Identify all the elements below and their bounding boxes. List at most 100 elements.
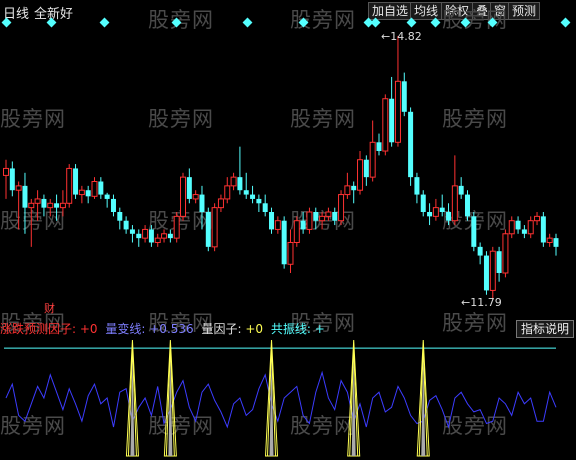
candle-body-down [458,185,464,195]
candle-body-down [313,212,319,221]
low-price-label: ←11.79 [461,296,502,309]
candle-body-down [483,255,489,291]
candle-body-down [85,190,91,197]
candle-body-up [489,250,496,291]
candle-body-up [306,211,313,230]
candle-body-down [363,159,369,178]
candle-body-down [250,194,256,199]
candle-body-down [521,229,527,234]
volume-factor-label: 量因子: [201,322,246,336]
candle-body-up [293,220,300,243]
volume-change-label: 量变线: [105,322,150,336]
candle-body-up [142,228,149,239]
candle-body-up [173,215,180,239]
candle-body-up [546,237,553,243]
candle-body-up [338,194,345,222]
candle-body-down [256,198,262,204]
resonance-value: + [314,322,325,336]
candle-body-up [47,202,54,209]
candle-body-down [237,177,243,191]
candle-body-down [464,194,470,217]
candle-body-up [91,181,98,197]
candle-body-down [136,233,142,239]
candle-body-up [382,98,389,152]
candle-body-up [15,185,22,191]
candle-body-up [230,176,237,187]
candle-body-down [123,220,129,230]
candle-body-up [217,198,224,209]
indicator-title: 涨跌预测因子: [0,322,80,336]
candle-body-up [534,215,541,222]
candle-body-down [243,190,249,195]
candle-body-up [161,233,168,239]
candle-body-up [527,220,534,235]
candle-body-up [154,237,161,243]
volume-change-value: +0.536 [149,322,194,336]
indicator-title-value: +0 [79,322,98,336]
candle-body-down [117,212,123,221]
candle-body-down [199,194,205,212]
candle-body-up [508,220,515,235]
candle-body-up [274,220,281,230]
candle-body-down [9,168,15,191]
candle-body-down [269,212,275,230]
candle-body-down [427,212,433,217]
candle-body-down [376,142,382,152]
candle-body-down [496,251,502,273]
candle-body-down [104,194,110,199]
candle-body-down [553,238,559,247]
finance-marker[interactable]: 财 [44,300,55,316]
candle-body-up [34,198,41,204]
candle-body-down [300,220,306,230]
candlestick-chart[interactable] [0,0,576,460]
volume-change-line [5,370,557,429]
candle-body-up [394,80,401,143]
high-price-label: ←14.82 [381,30,422,43]
candle-body-down [540,216,546,243]
candle-body-down [41,198,47,208]
volume-factor-value: +0 [245,322,264,336]
indicator-help-button[interactable]: 指标说明 [516,320,574,338]
candle-body-up [432,207,439,217]
candle-body-up [66,167,73,204]
candle-body-down [98,181,104,195]
candle-body-down [262,203,268,212]
candle-body-down [351,185,357,191]
candle-body-up [502,233,509,274]
candle-body-up [78,189,85,196]
candle-body-up [319,215,326,222]
resonance-label: 共振线: [270,322,315,336]
candle-body-down [129,229,135,234]
candle-body-down [167,233,173,239]
candle-body-down [281,220,287,265]
candle-body-up [180,176,187,217]
candle-body-down [148,229,154,243]
candle-body-up [325,211,332,217]
candle-body-down [471,216,477,247]
candle-body-down [439,207,445,212]
candle-body-up [59,202,66,209]
candle-body-up [344,185,351,196]
candle-body-up [287,241,294,265]
candle-body-down [110,198,116,212]
candle-body-down [205,212,211,247]
candle-body-up [451,185,458,222]
candle-body-down [515,220,521,230]
candle-body-down [477,246,483,256]
candle-body-down [22,185,28,208]
candle-body-down [332,212,338,221]
candle-body-down [401,81,407,112]
candle-body-down [54,203,60,208]
candle-body-up [28,202,35,209]
candle-body-down [408,111,414,178]
candle-body-up [211,207,218,248]
candle-body-down [420,194,426,212]
candle-body-down [414,177,420,195]
candle-body-down [446,212,452,221]
candle-body-up [369,141,376,178]
candle-body-up [357,159,364,191]
indicator-header: 涨跌预测因子: +0 量变线: +0.536 量因子: +0 共振线: + [0,320,325,337]
candle-body-down [389,98,395,143]
candle-body-down [186,177,192,199]
candle-body-up [192,194,199,200]
